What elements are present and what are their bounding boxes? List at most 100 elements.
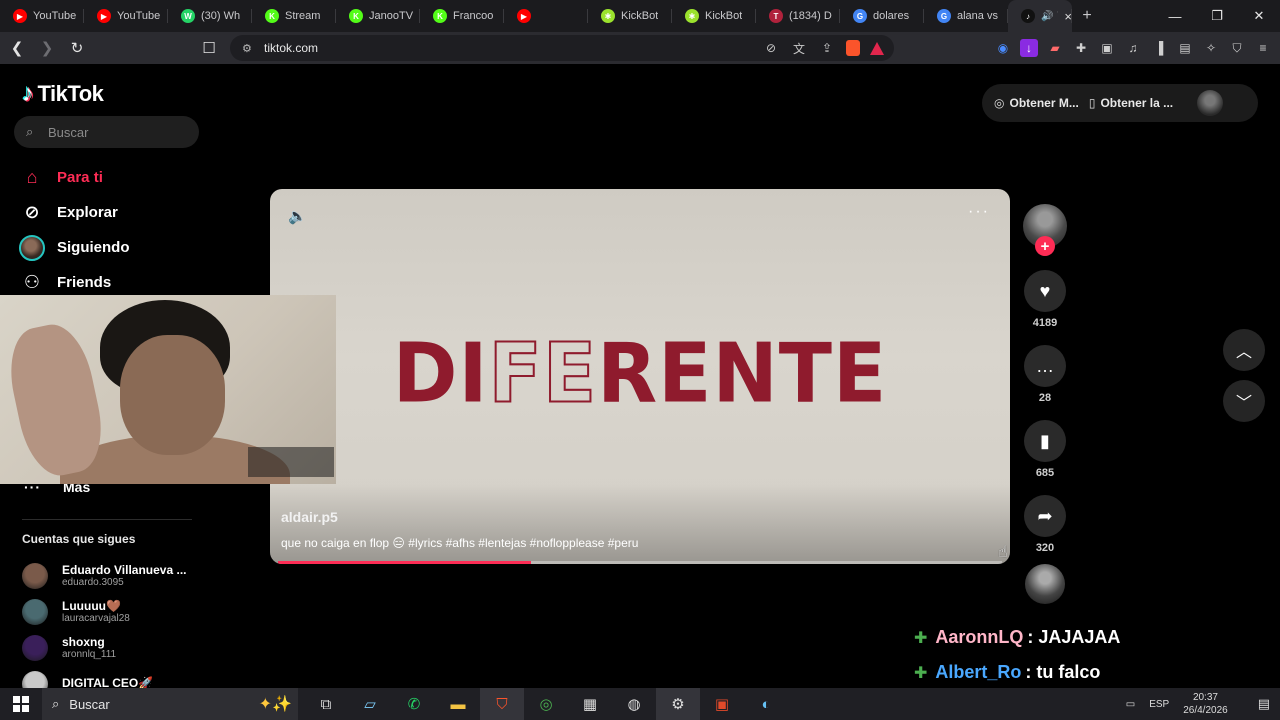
account-names: shoxng aronnlq_111 bbox=[62, 634, 116, 660]
volume-icon[interactable]: 🔈 bbox=[288, 207, 307, 225]
task-view-icon[interactable]: ⧉ bbox=[304, 688, 348, 720]
settings-icon[interactable]: ⚙ bbox=[656, 688, 700, 720]
file-explorer-icon[interactable]: ▬ bbox=[436, 688, 480, 720]
calculator-icon[interactable]: ▦ bbox=[568, 688, 612, 720]
previous-video-button[interactable]: ︿ bbox=[1223, 329, 1265, 371]
search-icon: ⌕ bbox=[26, 124, 34, 139]
reload-button[interactable]: ↻ bbox=[64, 35, 90, 61]
sidebar-item-siguiendo[interactable]: Siguiendo bbox=[18, 230, 218, 265]
forward-button[interactable]: ❯ bbox=[34, 35, 60, 61]
tab-favicon-icon: K bbox=[433, 9, 447, 23]
steam-icon[interactable]: ◐ bbox=[744, 688, 788, 720]
tab-label: YouTube bbox=[117, 10, 161, 22]
site-settings-icon[interactable]: ⚙ bbox=[242, 42, 262, 55]
screenshot-icon[interactable]: ▣ bbox=[1098, 39, 1116, 57]
video-more-options-icon[interactable]: ··· bbox=[968, 203, 990, 221]
download-extension-icon[interactable]: ↓ bbox=[1020, 39, 1038, 57]
share-arrow-icon[interactable]: ➦ bbox=[1024, 495, 1066, 537]
video-author[interactable]: aldair.p5 bbox=[281, 509, 338, 525]
coin-icon: ◎ bbox=[994, 96, 1005, 110]
account-display-name: shoxng bbox=[62, 634, 105, 649]
list-item[interactable]: Eduardo Villanueva ... eduardo.3095 bbox=[22, 558, 202, 594]
new-tab-button[interactable]: + bbox=[1072, 0, 1102, 32]
search-box[interactable]: ⌕ bbox=[14, 116, 199, 148]
get-coins-button[interactable]: ◎ Obtener M... bbox=[994, 96, 1079, 110]
share-count: 320 bbox=[1035, 542, 1055, 554]
profile-avatar[interactable] bbox=[1197, 90, 1224, 116]
brave-rewards-icon[interactable] bbox=[870, 41, 884, 55]
browser-tab[interactable]: K Stream bbox=[252, 0, 336, 32]
chrome-icon[interactable]: ◎ bbox=[524, 688, 568, 720]
next-video-button[interactable]: ﹀ bbox=[1223, 380, 1265, 422]
sidebar-icon[interactable]: ▐ bbox=[1150, 39, 1168, 57]
whatsapp-icon[interactable]: ✆ bbox=[392, 688, 436, 720]
browser-tab[interactable]: K JanooTV bbox=[336, 0, 420, 32]
audio-extension-icon[interactable]: ◉ bbox=[994, 39, 1012, 57]
browser-tab[interactable]: Gdolares bbox=[840, 0, 924, 32]
browser-tab[interactable]: ✱ KickBot bbox=[588, 0, 672, 32]
heart-icon[interactable]: ♥ bbox=[1024, 270, 1066, 312]
search-input[interactable] bbox=[48, 124, 188, 140]
browser-tab[interactable]: ▶ YouTube bbox=[0, 0, 84, 32]
bookmark-icon[interactable]: ▮ bbox=[1024, 420, 1066, 462]
close-window-button[interactable]: ✕ bbox=[1238, 0, 1280, 32]
address-bar[interactable]: ⚙ tiktok.com ⊘ 文 ⇪ bbox=[230, 35, 894, 61]
notifications-icon[interactable]: ▤ bbox=[1258, 696, 1270, 712]
list-item[interactable]: Luuuuu🤎 lauracarvajal28 bbox=[22, 594, 202, 630]
flag-extension-icon[interactable]: ▰ bbox=[1046, 39, 1064, 57]
video-action-rail: + ♥ 4189 … 28 ▮ 685 ➦ 320 bbox=[1023, 204, 1067, 604]
follow-plus-button[interactable]: + bbox=[1035, 236, 1055, 256]
start-button[interactable] bbox=[0, 688, 42, 720]
puzzle-icon[interactable]: ✚ bbox=[1072, 39, 1090, 57]
network-icon[interactable]: ▭ bbox=[1126, 699, 1135, 710]
sidebar-item-explorar[interactable]: ⊘ Explorar bbox=[18, 195, 218, 230]
vpn-icon[interactable]: ⛉ bbox=[1228, 39, 1246, 57]
chat-message: ✚ Albert_Ro: tu falco bbox=[914, 655, 1120, 690]
header-actions: ◎ Obtener M... ▯ Obtener la ... bbox=[982, 84, 1258, 122]
clock[interactable]: 20:37 26/4/2026 bbox=[1183, 691, 1242, 717]
browser-tab[interactable]: ▶ bbox=[504, 0, 588, 32]
following-accounts-list: Eduardo Villanueva ... eduardo.3095 Luuuuu… bbox=[22, 558, 202, 702]
share-icon[interactable]: ⇪ bbox=[818, 41, 836, 55]
tiktok-logo[interactable]: ♪ TikTok bbox=[22, 80, 104, 108]
minimize-button[interactable]: — bbox=[1154, 0, 1196, 32]
windows-taskbar: ⌕ Buscar ✦✨ ⧉ ▱ ✆ ▬ ⛉ ◎ ▦ ◍ ⚙ ▣ ◐ ▭ ESP … bbox=[0, 688, 1280, 720]
browser-tab[interactable]: ▶ YouTube bbox=[84, 0, 168, 32]
menu-icon[interactable]: ≡ bbox=[1254, 39, 1272, 57]
leo-ai-icon[interactable]: ✧ bbox=[1202, 39, 1220, 57]
tab-tiktok-active[interactable]: ♪ 🔊 T × bbox=[1008, 0, 1072, 32]
game-app-icon[interactable]: ▣ bbox=[700, 688, 744, 720]
brave-browser-icon[interactable]: ⛉ bbox=[480, 688, 524, 720]
webcam-person-face bbox=[120, 335, 225, 455]
back-button[interactable]: ❮ bbox=[4, 35, 30, 61]
tab-label: YouTube bbox=[33, 10, 77, 22]
video-progress-bar[interactable] bbox=[278, 561, 1002, 564]
feed-navigation: ︿ ﹀ bbox=[1223, 329, 1265, 431]
media-icon[interactable]: ♫ bbox=[1124, 39, 1142, 57]
maximize-button[interactable]: ❐ bbox=[1196, 0, 1238, 32]
taskbar-search[interactable]: ⌕ Buscar ✦✨ bbox=[42, 688, 298, 720]
creator-avatar[interactable]: + bbox=[1023, 204, 1067, 256]
list-item[interactable]: shoxng aronnlq_111 bbox=[22, 630, 202, 666]
search-icon: ⌕ bbox=[52, 696, 60, 711]
browser-tab[interactable]: Galana vs bbox=[924, 0, 1008, 32]
sound-disc-avatar[interactable] bbox=[1025, 564, 1065, 604]
video-player[interactable]: 🔈 ··· DIFERENTE aldair.p5 que no caiga e… bbox=[270, 189, 1010, 564]
brave-shields-icon[interactable] bbox=[846, 40, 860, 56]
bookmark-icon[interactable]: ☐ bbox=[196, 35, 222, 61]
cast-off-icon[interactable]: ⊘ bbox=[762, 41, 780, 55]
sidebar-item-para-ti[interactable]: ⌂ Para ti bbox=[18, 160, 218, 195]
sidebar-item-label: Siguiendo bbox=[57, 239, 130, 256]
comment-icon[interactable]: … bbox=[1024, 345, 1066, 387]
obs-icon[interactable]: ◍ bbox=[612, 688, 656, 720]
close-tab-icon[interactable]: × bbox=[1064, 9, 1072, 24]
translate-icon[interactable]: 文 bbox=[790, 40, 808, 57]
notes-app-icon[interactable]: ▱ bbox=[348, 688, 392, 720]
language-indicator[interactable]: ESP bbox=[1149, 699, 1169, 710]
browser-tab[interactable]: W (30) Wh bbox=[168, 0, 252, 32]
wallet-icon[interactable]: ▤ bbox=[1176, 39, 1194, 57]
browser-tab[interactable]: T (1834) D bbox=[756, 0, 840, 32]
browser-tab[interactable]: K Francoo bbox=[420, 0, 504, 32]
browser-tab[interactable]: ✱ KickBot bbox=[672, 0, 756, 32]
get-app-button[interactable]: ▯ Obtener la ... bbox=[1089, 96, 1173, 110]
